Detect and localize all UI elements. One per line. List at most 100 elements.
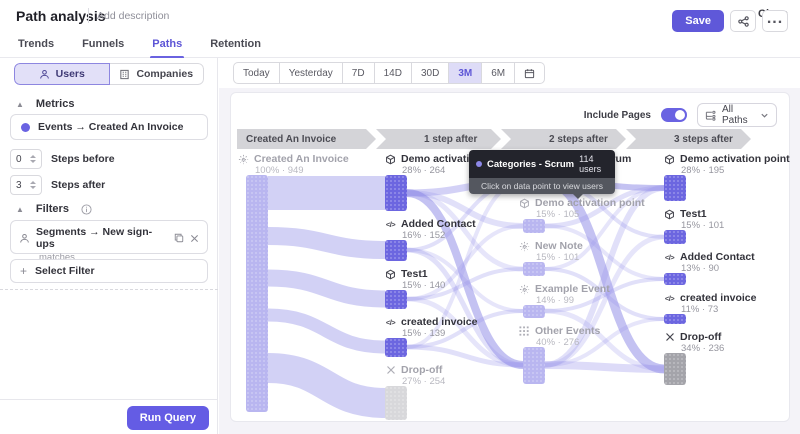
node-bar[interactable] [385,290,407,309]
tabs-row: TrendsFunnelsPathsRetention Save ... [0,30,800,58]
panel-controls: Include Pages All Paths [584,103,777,127]
node-stat: 13% · 90 [664,263,800,273]
header-actions: Save ... [672,10,788,32]
steps-before-value: 0 [16,154,22,165]
all-paths-select[interactable]: All Paths [697,103,777,127]
node-stat: 11% · 73 [664,304,800,314]
box-icon [664,154,675,165]
select-filter-button[interactable]: + Select Filter [10,259,208,283]
date-range-today[interactable]: Today [233,62,280,84]
plus-icon: + [20,264,27,278]
node-bar[interactable] [523,305,545,318]
date-range-14d[interactable]: 14D [375,62,412,84]
steps-before-stepper[interactable]: 0 [10,149,42,169]
custom-date-button[interactable] [515,62,545,84]
entity-toggle-companies[interactable]: Companies [110,63,205,85]
tooltip-title: Categories - Scrum [487,159,574,170]
path-node[interactable]: Demo activation point15% · 105 [519,197,659,233]
path-node[interactable]: </>Added Contact16% · 152 [385,218,525,261]
node-name: Drop-off [401,364,442,376]
node-stat: 14% · 99 [519,295,659,305]
metric-event-row[interactable]: Events → Created An Invoice [10,114,208,140]
duplicate-filter-button[interactable] [174,233,184,243]
more-options-button[interactable]: ... [762,10,788,32]
path-node[interactable]: Example Event14% · 99 [519,283,659,318]
share-button[interactable] [730,10,756,32]
node-bar[interactable] [664,230,686,244]
copy-icon [174,233,184,243]
tab-bar: Trends Funnels Paths Retention [16,30,263,57]
save-button[interactable]: Save [672,10,724,32]
path-chart-panel: Include Pages All Paths Created An Invoi… [230,92,790,422]
code-icon: </> [664,294,675,303]
series-color-dot [21,123,30,132]
sidebar-footer: Run Query [0,399,217,434]
date-range-7d[interactable]: 7D [343,62,375,84]
query-sidebar: UsersCompanies ▲ Metrics Events → Create… [0,58,218,434]
entity-toggle-users[interactable]: Users [14,63,110,85]
node-bar[interactable] [523,347,545,384]
steps-after-stepper[interactable]: 3 [10,175,42,195]
node-stat: 34% · 236 [664,343,800,353]
date-range-30d[interactable]: 30D [412,62,449,84]
path-node[interactable]: Demo activation point28% · 195 [664,153,800,201]
path-node[interactable]: Created An Invoice100% · 949 [238,153,378,412]
metric-event-label: Events → Created An Invoice [38,121,184,133]
tab-funnels[interactable]: Funnels [80,32,126,56]
filters-section-header[interactable]: ▲ Filters [16,203,92,215]
entity-toggle: UsersCompanies [14,63,204,85]
date-range-3m[interactable]: 3M [449,62,482,84]
x-icon [385,365,396,375]
node-bar[interactable] [246,175,268,412]
column-header-3: 3 steps after [626,129,751,149]
include-pages-toggle[interactable] [661,108,687,122]
node-bar[interactable] [664,353,686,385]
node-name: created invoice [401,316,477,328]
filters-title: Filters [36,203,69,215]
path-node[interactable]: </>Added Contact13% · 90 [664,251,800,285]
run-query-button[interactable]: Run Query [127,406,209,430]
node-bar[interactable] [664,314,686,324]
path-node[interactable]: </>created invoice15% · 139 [385,316,525,357]
add-description-button[interactable]: Add description [97,10,169,22]
box-icon [385,269,396,280]
node-bar[interactable] [523,219,545,233]
node-bar[interactable] [523,262,545,276]
path-analysis-app: Path analysis Add description × Close Tr… [0,0,800,434]
remove-filter-button[interactable] [190,234,199,243]
chevron-down-icon [760,111,769,120]
path-node[interactable]: Drop-off34% · 236 [664,331,800,385]
stepper-arrows-icon[interactable] [30,181,36,189]
node-bar[interactable] [385,386,407,420]
date-range-yesterday[interactable]: Yesterday [280,62,343,84]
node-stat: 100% · 949 [238,165,378,175]
path-node[interactable]: New Note15% · 101 [519,240,659,276]
steps-before-label: Steps before [51,153,115,165]
node-bar[interactable] [664,273,686,285]
steps-before-row: 0 Steps before [10,149,115,169]
path-node[interactable]: Test115% · 101 [664,208,800,244]
tooltip-caret [573,194,583,199]
node-bar[interactable] [664,175,686,201]
tab-trends[interactable]: Trends [16,32,56,56]
stepper-arrows-icon[interactable] [30,155,36,163]
tab-retention[interactable]: Retention [208,32,263,56]
metrics-section-header[interactable]: ▲ Metrics [16,98,74,110]
node-bar[interactable] [385,175,407,211]
path-column-0: Created An Invoice100% · 949 [238,153,378,419]
node-bar[interactable] [385,338,407,357]
main-area: TodayYesterday7D14D30D3M6M Include Pages… [219,58,800,434]
node-name: Added Contact [680,251,755,263]
node-stat: 16% · 152 [385,230,525,240]
date-range-6m[interactable]: 6M [482,62,515,84]
page-title: Path analysis [16,8,106,24]
filter-item-segments[interactable]: Segments → New sign-ups matches [10,220,208,254]
steps-after-row: 3 Steps after [10,175,105,195]
tab-paths[interactable]: Paths [150,32,184,56]
path-node[interactable]: Test115% · 140 [385,268,525,309]
path-column-1: Demo activation point28% · 264</>Added C… [385,153,525,427]
path-node[interactable]: </>created invoice11% · 73 [664,292,800,324]
node-bar[interactable] [385,240,407,261]
path-node[interactable]: Drop-off27% · 254 [385,364,525,420]
path-node[interactable]: Other Events40% · 276 [519,325,659,384]
